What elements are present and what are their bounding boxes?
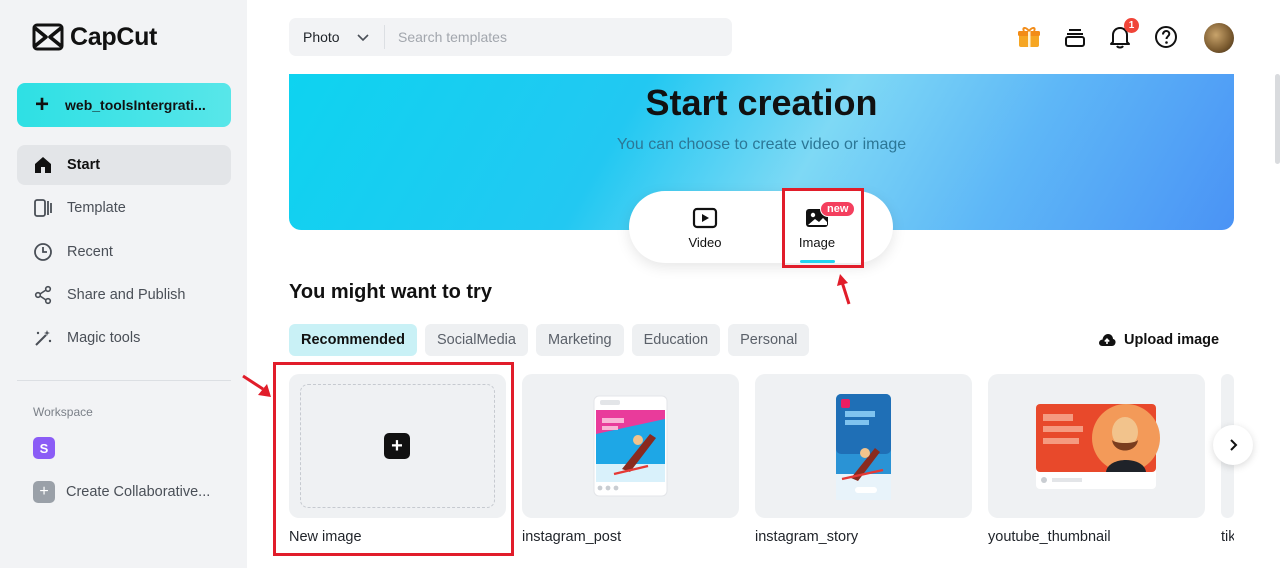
hero-title: Start creation (645, 82, 878, 123)
template-card-instagram-post[interactable] (522, 374, 739, 518)
search-bar: Photo Search templates (289, 18, 732, 56)
sidebar-item-label: Recent (67, 243, 113, 260)
sidebar-item-recent[interactable]: Recent (17, 232, 231, 272)
capcut-logo-icon (32, 23, 64, 51)
media-type-value: Photo (303, 29, 340, 45)
sidebar-item-share[interactable]: Share and Publish (17, 275, 231, 315)
video-option[interactable]: Video (665, 207, 745, 250)
section-title: You might want to try (289, 281, 492, 303)
create-collaborative-button[interactable]: + Create Collaborative... (33, 481, 210, 503)
sidebar-item-magic-tools[interactable]: Magic tools (17, 318, 231, 358)
magic-wand-icon (35, 330, 52, 346)
sidebar-item-label: Template (67, 200, 126, 217)
notifications-button[interactable]: 1 (1105, 18, 1139, 52)
capcut-app: CapCut + web_toolsIntergrati... Start Te… (0, 0, 1280, 568)
page-scrollbar[interactable] (1275, 74, 1280, 164)
chevron-right-icon (1230, 439, 1238, 451)
home-icon (35, 157, 51, 173)
media-type-select[interactable]: Photo (289, 25, 385, 49)
hero-subtitle: You can choose to create video or image (616, 136, 907, 153)
chip-marketing[interactable]: Marketing (535, 324, 624, 356)
template-card-youtube-thumbnail[interactable] (988, 374, 1205, 518)
card-label: instagram_post (522, 529, 622, 545)
user-avatar[interactable] (1204, 23, 1234, 53)
instagram-post-thumbnail (593, 395, 668, 497)
plus-icon: + (35, 91, 50, 118)
help-icon (1155, 26, 1177, 48)
create-collaborative-label: Create Collaborative... (66, 484, 211, 500)
image-option-highlight (782, 188, 864, 268)
plus-icon: + (33, 481, 55, 503)
workspace-label: Workspace (33, 405, 93, 419)
chip-socialmedia[interactable]: SocialMedia (424, 324, 528, 356)
template-icon (34, 199, 52, 218)
sidebar-item-label: Share and Publish (67, 286, 186, 303)
template-card-instagram-story[interactable] (755, 374, 972, 518)
carousel-next-button[interactable] (1213, 425, 1253, 465)
red-arrow-down-right-icon (242, 374, 271, 397)
youtube-thumbnail-preview (1036, 404, 1160, 489)
stack-icon (1065, 29, 1085, 47)
card-label: youtube_thumbnail (988, 529, 1111, 545)
create-project-button[interactable]: + web_toolsIntergrati... (17, 83, 231, 127)
gift-button[interactable] (1014, 22, 1044, 52)
new-image-highlight (273, 362, 514, 556)
share-icon (34, 285, 52, 304)
sidebar-item-start[interactable]: Start (17, 145, 231, 185)
cloud-upload-icon (1099, 334, 1116, 346)
layers-button[interactable] (1060, 22, 1090, 52)
chip-recommended[interactable]: Recommended (289, 324, 417, 356)
create-project-label: web_toolsIntergrati... (65, 97, 206, 113)
capcut-logo[interactable]: CapCut (32, 22, 157, 52)
sidebar-item-label: Start (67, 157, 101, 173)
card-label: instagram_story (755, 529, 859, 545)
help-button[interactable] (1151, 22, 1181, 52)
gift-icon (1018, 27, 1040, 47)
workspace-avatar[interactable]: S (33, 437, 55, 459)
chip-personal[interactable]: Personal (728, 324, 810, 356)
clock-icon (34, 242, 52, 261)
sidebar: CapCut + web_toolsIntergrati... Start Te… (0, 0, 247, 568)
logo-text: CapCut (70, 22, 158, 51)
sidebar-item-template[interactable]: Template (17, 188, 231, 228)
sidebar-nav: Start Template Recent Share and Publish … (17, 145, 231, 361)
category-chips: Recommended SocialMedia Marketing Educat… (289, 324, 810, 356)
notification-badge: 1 (1124, 18, 1139, 33)
chevron-down-icon (357, 34, 369, 42)
red-arrow-up-icon (837, 274, 851, 305)
video-option-label: Video (688, 235, 722, 250)
chip-education[interactable]: Education (631, 324, 721, 356)
search-input[interactable]: Search templates (385, 29, 507, 45)
sidebar-divider (17, 380, 231, 381)
upload-image-button[interactable]: Upload image (1098, 332, 1219, 348)
sidebar-item-label: Magic tools (67, 330, 141, 347)
instagram-story-thumbnail (836, 394, 891, 500)
upload-image-label: Upload image (1124, 332, 1220, 348)
card-label: tik (1221, 529, 1234, 545)
video-play-icon (692, 207, 718, 229)
